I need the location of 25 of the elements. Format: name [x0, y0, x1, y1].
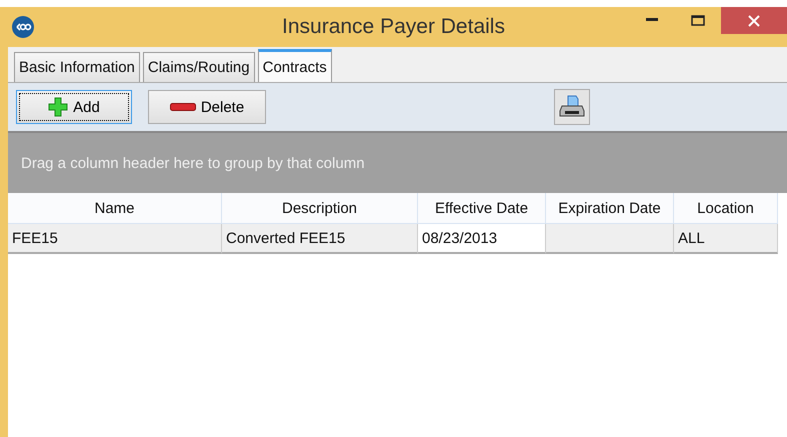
minus-icon: [170, 103, 196, 111]
delete-button[interactable]: Delete: [148, 90, 266, 124]
tab[interactable]: Claims/Routing: [142, 52, 255, 82]
close-icon: [748, 14, 760, 26]
tab[interactable]: Basic Information: [14, 52, 140, 82]
table-cell: ALL: [674, 224, 778, 254]
column-header[interactable]: Effective Date: [418, 193, 546, 224]
tab[interactable]: Contracts: [258, 49, 332, 82]
maximize-icon: [691, 14, 705, 26]
close-button[interactable]: [721, 7, 787, 34]
column-header[interactable]: Expiration Date: [546, 193, 674, 224]
window-title: Insurance Payer Details: [281, 15, 506, 39]
column-header[interactable]: Description: [222, 193, 418, 224]
minimize-icon: [646, 18, 658, 22]
plus-icon: [48, 97, 68, 117]
group-by-hint: Drag a column header here to group by that column: [21, 154, 365, 172]
app-logo-icon: [12, 16, 34, 38]
table-cell: Converted FEE15: [222, 224, 418, 254]
add-button[interactable]: Add: [16, 90, 132, 124]
print-button[interactable]: [554, 89, 590, 125]
table-cell: 08/23/2013: [418, 224, 546, 254]
column-header[interactable]: Location: [674, 193, 778, 224]
table-cell: FEE15: [8, 224, 222, 254]
column-header[interactable]: Name: [8, 193, 222, 224]
printer-icon: [559, 95, 585, 119]
